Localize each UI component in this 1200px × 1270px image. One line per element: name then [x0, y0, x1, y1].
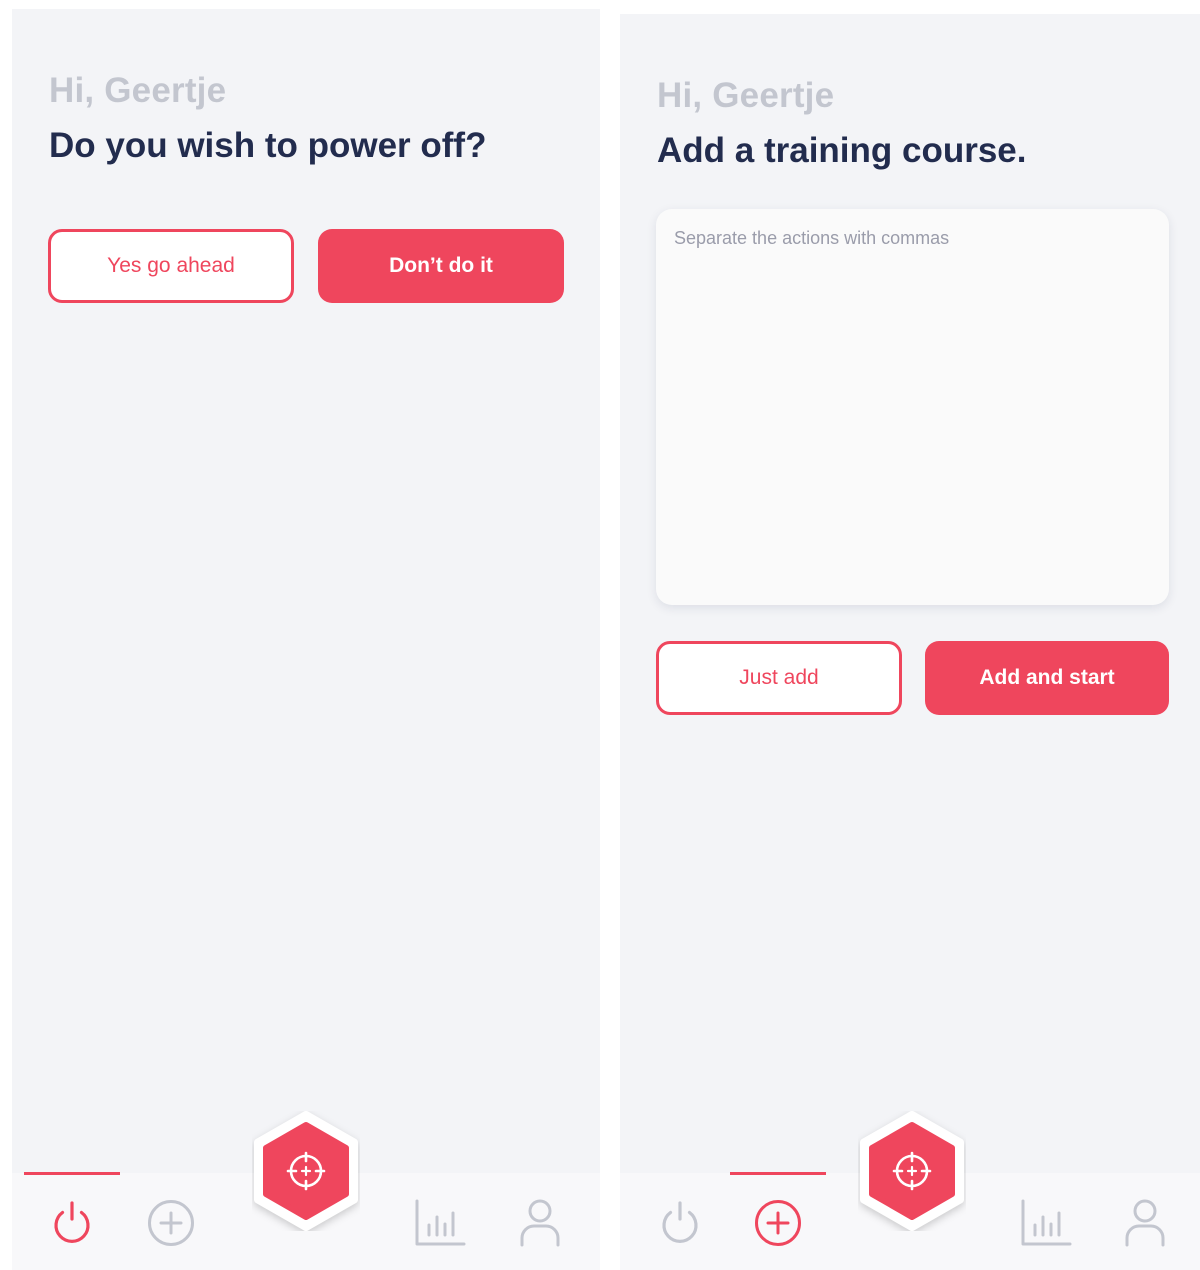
nav-item-profile[interactable]	[1097, 1173, 1193, 1270]
bar-chart-icon	[1021, 1199, 1072, 1246]
nav-item-power[interactable]	[632, 1173, 728, 1270]
user-icon	[520, 1199, 560, 1247]
power-icon	[54, 1201, 90, 1244]
textarea-placeholder: Separate the actions with commas	[674, 228, 950, 248]
greeting: Hi, Geertje	[657, 76, 835, 115]
plus-circle-icon	[755, 1200, 801, 1247]
nav-item-power[interactable]	[24, 1172, 120, 1270]
page-title: Do you wish to power off?	[49, 126, 487, 165]
focus-fab-button[interactable]	[858, 1111, 966, 1231]
plus-circle-icon	[148, 1200, 194, 1247]
nav-item-add[interactable]	[123, 1173, 219, 1270]
just-add-button[interactable]: Just add	[656, 641, 902, 715]
power-off-screen: Hi, Geertje Do you wish to power off? Ye…	[12, 9, 600, 1270]
active-tab-indicator	[730, 1172, 826, 1175]
nav-item-stats[interactable]	[998, 1173, 1094, 1270]
nav-item-stats[interactable]	[392, 1173, 488, 1270]
bar-chart-icon	[415, 1199, 466, 1246]
add-training-screen: Hi, Geertje Add a training course. Separ…	[620, 14, 1200, 1270]
add-and-start-button[interactable]: Add and start	[925, 641, 1169, 715]
active-tab-indicator	[24, 1172, 120, 1175]
user-icon	[1125, 1199, 1165, 1247]
dont-do-it-button[interactable]: Don’t do it	[318, 229, 564, 303]
greeting: Hi, Geertje	[49, 71, 227, 110]
nav-item-add[interactable]	[730, 1172, 826, 1270]
focus-fab-button[interactable]	[252, 1111, 360, 1231]
page-title: Add a training course.	[657, 131, 1027, 170]
yes-go-ahead-button[interactable]: Yes go ahead	[48, 229, 294, 303]
nav-item-profile[interactable]	[492, 1173, 588, 1270]
actions-textarea[interactable]: Separate the actions with commas	[656, 209, 1169, 605]
power-icon	[662, 1201, 698, 1244]
